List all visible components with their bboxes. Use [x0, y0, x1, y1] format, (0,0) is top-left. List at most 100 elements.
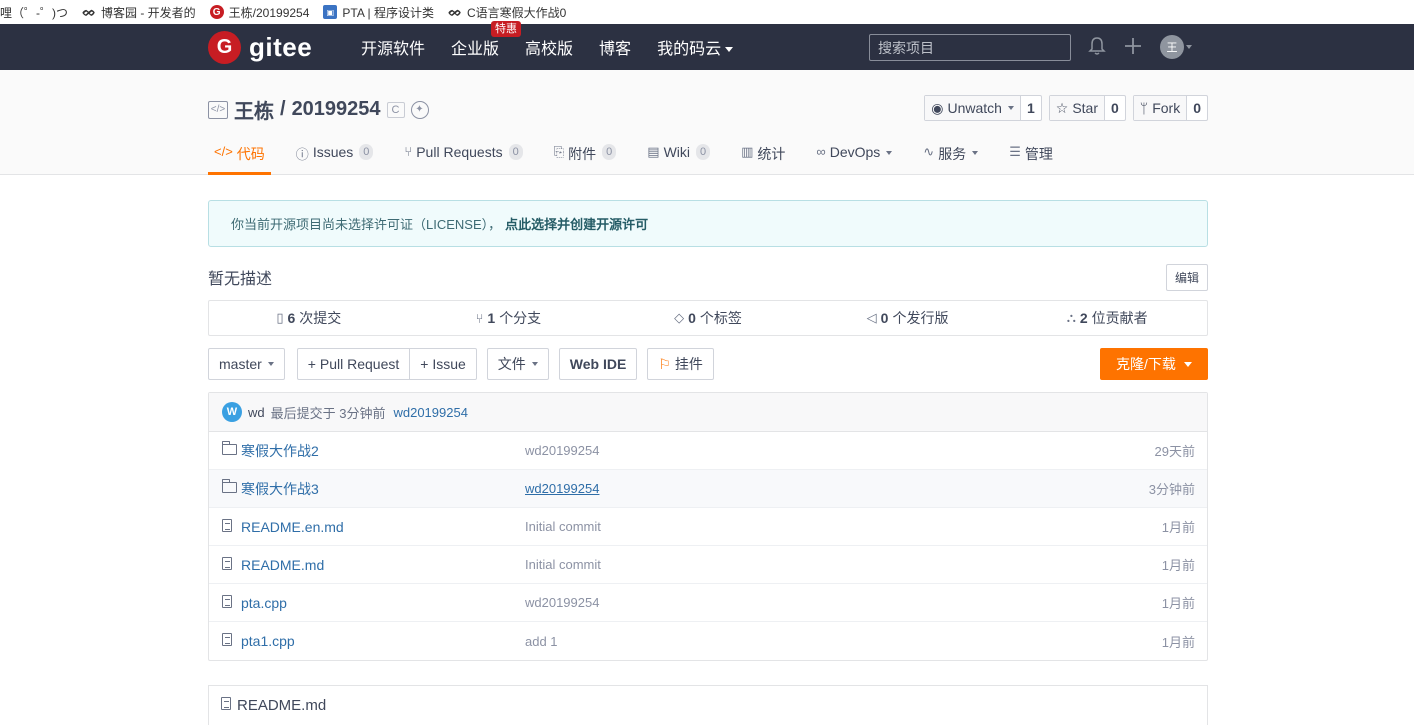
- fork-count[interactable]: 0: [1186, 96, 1207, 120]
- tag-icon: ◇: [674, 310, 685, 325]
- gitee-logo[interactable]: G gitee: [208, 31, 312, 64]
- file-commit-message[interactable]: add 1: [525, 634, 558, 649]
- file-name-link[interactable]: pta.cpp: [241, 595, 287, 611]
- stat-releases[interactable]: ◁ 0 个发行版: [808, 308, 1008, 328]
- table-row[interactable]: README.md Initial commit 1月前: [209, 546, 1207, 584]
- bell-icon[interactable]: [1088, 36, 1106, 59]
- folder-icon: [222, 441, 237, 458]
- logo-text: gitee: [249, 32, 313, 62]
- watch-count[interactable]: 1: [1019, 96, 1041, 120]
- branch-icon: ⑂: [475, 310, 484, 326]
- table-row[interactable]: 寒假大作战2 wd20199254 29天前: [209, 432, 1207, 470]
- clone-download-button[interactable]: 克隆/下载: [1100, 348, 1208, 380]
- star-button[interactable]: ☆ Star: [1049, 96, 1104, 120]
- description-text: 暂无描述: [208, 271, 273, 288]
- commit-message-link[interactable]: wd20199254: [393, 405, 467, 420]
- nav-enterprise[interactable]: 企业版 特惠: [451, 21, 522, 59]
- recommend-badge-icon[interactable]: ✦: [410, 100, 429, 119]
- web-ide-button[interactable]: Web IDE: [558, 348, 638, 380]
- new-pull-request-button[interactable]: + Pull Request: [296, 348, 411, 380]
- nav-opensource[interactable]: 开源软件: [361, 35, 425, 59]
- file-name-link[interactable]: README.en.md: [241, 519, 344, 535]
- tab-devops[interactable]: ∞ DevOps: [810, 136, 898, 175]
- watch-group: ◉ Unwatch 1: [924, 95, 1042, 121]
- bookmark-item[interactable]: G 王栋/20199254: [209, 4, 309, 21]
- tab-code[interactable]: </> 代码: [208, 136, 271, 175]
- edit-description-button[interactable]: 编辑: [1165, 263, 1208, 291]
- issue-icon: ⓘ: [295, 147, 309, 162]
- table-row[interactable]: pta.cpp wd20199254 1月前: [209, 584, 1207, 622]
- bookmark-item[interactable]: 哩（゜-゜)つ: [0, 4, 68, 21]
- file-commit-message[interactable]: wd20199254: [525, 595, 599, 610]
- file-commit-message[interactable]: Initial commit: [525, 557, 601, 572]
- bookmark-label: 哩（゜-゜)つ: [0, 5, 68, 20]
- file-name-link[interactable]: pta1.cpp: [241, 633, 295, 649]
- code-icon: </>: [208, 100, 228, 119]
- avatar[interactable]: W: [222, 402, 242, 422]
- language-tag[interactable]: C: [386, 101, 405, 118]
- readme-title[interactable]: README.md: [237, 697, 326, 714]
- file-commit-message[interactable]: Initial commit: [525, 519, 601, 534]
- file-commit-message[interactable]: wd20199254: [525, 443, 599, 458]
- tab-services[interactable]: ∿ 服务: [917, 136, 984, 175]
- bookmark-item[interactable]: ᨖ 博客园 - 开发者的: [82, 4, 196, 21]
- table-row[interactable]: README.en.md Initial commit 1月前: [209, 508, 1207, 546]
- star-label: Star: [1072, 100, 1098, 116]
- license-notice: 你当前开源项目尚未选择许可证（LICENSE）， 点此选择并创建开源许可: [208, 200, 1208, 247]
- file-name-link[interactable]: 寒假大作战3: [241, 479, 319, 499]
- stat-branches[interactable]: ⑂ 1 个分支: [409, 308, 609, 328]
- file-commit-message[interactable]: wd20199254: [525, 481, 599, 496]
- tab-wiki[interactable]: ▤ Wiki 0: [641, 136, 716, 175]
- branch-label: master: [219, 356, 262, 372]
- commit-author[interactable]: wd: [248, 405, 265, 420]
- tab-manage[interactable]: ☰ 管理: [1003, 136, 1059, 175]
- readme-header: README.md: [208, 685, 1208, 725]
- file-list: W wd 最后提交于 3分钟前 wd20199254 寒假大作战2 wd2019…: [208, 392, 1208, 661]
- folder-icon: [222, 479, 237, 496]
- bookmark-item[interactable]: ▣ PTA | 程序设计类: [323, 4, 434, 21]
- nav-my-gitee[interactable]: 我的码云: [657, 35, 734, 59]
- watch-button[interactable]: ◉ Unwatch: [925, 96, 1020, 120]
- license-text: 你当前开源项目尚未选择许可证（LICENSE），: [231, 217, 502, 232]
- stat-commits[interactable]: ▯ 6 次提交: [209, 308, 409, 328]
- repo-owner-link[interactable]: 王栋: [234, 95, 274, 124]
- tab-stats[interactable]: ▥ 统计: [735, 136, 791, 175]
- search-input[interactable]: [869, 34, 1071, 61]
- stat-tags[interactable]: ◇ 0 个标签: [608, 308, 808, 328]
- plus-icon[interactable]: [1124, 37, 1142, 58]
- watch-label: Unwatch: [947, 100, 1002, 116]
- user-menu[interactable]: 王: [1160, 35, 1192, 59]
- nav-university[interactable]: 高校版: [525, 35, 573, 59]
- files-dropdown[interactable]: 文件: [486, 348, 549, 380]
- stat-label: 个发行版: [892, 310, 949, 326]
- bookmarks-bar: 哩（゜-゜)つ ᨖ 博客园 - 开发者的 G 王栋/20199254 ▣ PTA…: [0, 0, 1414, 24]
- infinity-icon: ∞: [816, 144, 826, 159]
- create-group: + Pull Request + Issue: [296, 348, 477, 380]
- table-row[interactable]: 寒假大作战3 wd20199254 3分钟前: [209, 470, 1207, 508]
- star-count[interactable]: 0: [1104, 96, 1125, 120]
- nav-blog[interactable]: 博客: [599, 35, 631, 59]
- table-row[interactable]: pta1.cpp add 1 1月前: [209, 622, 1207, 660]
- tab-issues[interactable]: ⓘ Issues 0: [290, 136, 380, 175]
- file-name-link[interactable]: 寒假大作战2: [241, 441, 319, 461]
- create-license-link[interactable]: 点此选择并创建开源许可: [505, 214, 648, 233]
- new-issue-button[interactable]: + Issue: [410, 348, 477, 380]
- widget-button[interactable]: ⚐ 挂件: [647, 348, 714, 380]
- file-icon: [222, 518, 232, 535]
- stat-num: 0: [880, 310, 889, 326]
- tab-label: Issues: [312, 144, 354, 160]
- tab-attachments[interactable]: ⎘ 附件 0: [548, 136, 623, 175]
- fork-button[interactable]: ᛘ Fork: [1133, 96, 1187, 120]
- branch-select[interactable]: master: [208, 348, 285, 380]
- cnblogs-icon: ᨖ: [447, 4, 462, 19]
- tab-label: 统计: [757, 146, 786, 162]
- stat-contributors[interactable]: ⛬ 2 位贡献者: [1007, 308, 1207, 328]
- tab-pull-requests[interactable]: ⑂ Pull Requests 0: [398, 136, 528, 175]
- star-group: ☆ Star 0: [1048, 95, 1126, 121]
- chevron-down-icon: [267, 362, 274, 366]
- bookmark-item[interactable]: ᨖ C语言寒假大作战0: [448, 4, 566, 21]
- repo-name-link[interactable]: 20199254: [292, 98, 381, 121]
- chevron-down-icon: [1183, 361, 1192, 367]
- file-name-link[interactable]: README.md: [241, 557, 324, 573]
- nav-my-gitee-label: 我的码云: [657, 41, 722, 58]
